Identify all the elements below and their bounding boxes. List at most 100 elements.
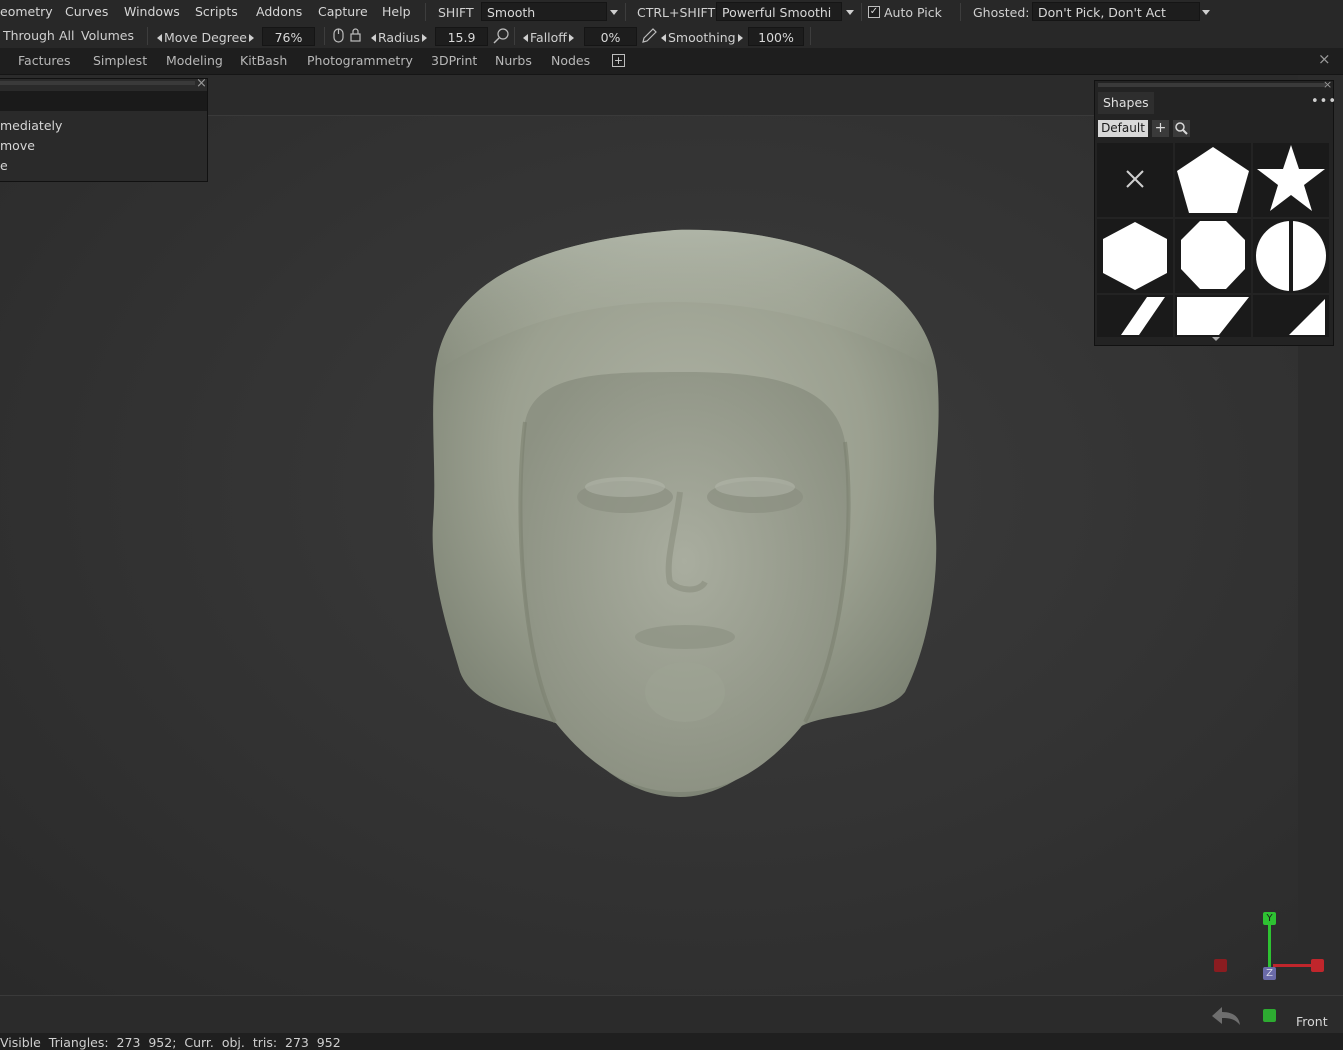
list-item[interactable]: move bbox=[0, 138, 35, 153]
shape-octagon[interactable] bbox=[1175, 219, 1251, 293]
menu-capture[interactable]: Capture bbox=[318, 4, 368, 19]
arrow-right-icon[interactable] bbox=[421, 34, 427, 42]
neg-x-axis-handle[interactable] bbox=[1214, 959, 1227, 972]
arrow-left-icon[interactable] bbox=[157, 34, 162, 42]
move-degree-input[interactable]: 76% bbox=[262, 27, 315, 46]
axis-gizmo[interactable]: Y Z bbox=[1205, 905, 1335, 995]
scroll-down-icon[interactable] bbox=[1212, 337, 1220, 341]
mouse-icon[interactable] bbox=[333, 28, 344, 43]
radius-stepper[interactable]: Radius bbox=[371, 30, 427, 45]
chevron-down-icon[interactable] bbox=[610, 10, 618, 15]
popup-header bbox=[0, 91, 207, 111]
divider bbox=[514, 27, 515, 45]
list-item[interactable]: mediately bbox=[0, 118, 62, 133]
drag-handle[interactable] bbox=[1098, 83, 1326, 87]
auto-pick-label[interactable]: Auto Pick bbox=[884, 5, 942, 20]
octagon-icon bbox=[1181, 221, 1245, 289]
view-label[interactable]: Front bbox=[1296, 1014, 1328, 1029]
preset-select[interactable]: Default bbox=[1098, 120, 1148, 137]
menu-help[interactable]: Help bbox=[382, 4, 411, 19]
add-room-icon[interactable]: + bbox=[612, 54, 625, 67]
none-icon bbox=[1126, 170, 1144, 188]
menu-geometry[interactable]: eometry bbox=[0, 4, 53, 19]
tab-modeling[interactable]: Modeling bbox=[166, 53, 223, 68]
neg-y-axis-handle[interactable] bbox=[1263, 1009, 1276, 1022]
ghosted-select[interactable]: Don't Pick, Don't Act bbox=[1032, 2, 1200, 21]
smoothing-stepper[interactable]: Smoothing bbox=[661, 30, 743, 45]
chevron-down-icon[interactable] bbox=[846, 10, 854, 15]
shape-half-circle[interactable] bbox=[1253, 219, 1329, 293]
x-axis-handle[interactable] bbox=[1311, 959, 1324, 972]
divider bbox=[861, 3, 862, 21]
arrow-right-icon[interactable] bbox=[568, 34, 574, 42]
shape-triangle[interactable] bbox=[1253, 295, 1329, 337]
arrow-right-icon[interactable] bbox=[737, 34, 743, 42]
pen-pressure-icon[interactable] bbox=[492, 27, 510, 45]
shape-none[interactable] bbox=[1097, 143, 1173, 217]
shape-parallelogram[interactable] bbox=[1097, 295, 1173, 337]
shift-brush-select[interactable]: Smooth bbox=[481, 2, 607, 21]
tab-3dprint[interactable]: 3DPrint bbox=[431, 53, 477, 68]
close-icon[interactable]: × bbox=[196, 76, 207, 91]
pentagon-icon bbox=[1177, 147, 1249, 213]
shape-star[interactable] bbox=[1253, 143, 1329, 217]
chevron-down-icon[interactable] bbox=[1202, 10, 1210, 15]
tab-simplest[interactable]: Simplest bbox=[93, 53, 147, 68]
search-icon[interactable] bbox=[1173, 120, 1190, 137]
sculpt-model[interactable] bbox=[425, 222, 945, 802]
shape-hexagon[interactable] bbox=[1097, 219, 1173, 293]
falloff-stepper[interactable]: Falloff bbox=[523, 30, 574, 45]
tab-photogrammetry[interactable]: Photogrammetry bbox=[307, 53, 413, 68]
all-label[interactable]: All bbox=[59, 28, 75, 43]
lock-icon[interactable] bbox=[350, 28, 361, 42]
menu-curves[interactable]: Curves bbox=[65, 4, 108, 19]
divider bbox=[810, 27, 811, 45]
falloff-input[interactable]: 0% bbox=[584, 27, 637, 46]
close-icon[interactable]: × bbox=[1323, 78, 1332, 91]
shape-trapezoid[interactable] bbox=[1175, 295, 1251, 337]
tab-nurbs[interactable]: Nurbs bbox=[495, 53, 532, 68]
pencil-icon[interactable] bbox=[640, 27, 658, 45]
menu-scripts[interactable]: Scripts bbox=[195, 4, 238, 19]
arrow-right-icon[interactable] bbox=[249, 34, 254, 42]
undo-icon[interactable] bbox=[1210, 1004, 1242, 1028]
menu-addons[interactable]: Addons bbox=[256, 4, 302, 19]
arrow-left-icon[interactable] bbox=[523, 34, 528, 42]
ghosted-label: Ghosted: bbox=[973, 5, 1030, 20]
star-icon bbox=[1257, 145, 1325, 211]
tab-kitbash[interactable]: KitBash bbox=[240, 53, 287, 68]
volumes-label[interactable]: Volumes bbox=[81, 28, 134, 43]
divider bbox=[960, 3, 961, 21]
half-circle-icon bbox=[1256, 221, 1326, 291]
smoothing-input[interactable]: 100% bbox=[748, 27, 804, 46]
y-axis-handle[interactable]: Y bbox=[1263, 912, 1276, 925]
tab-factures[interactable]: Factures bbox=[18, 53, 70, 68]
tab-nodes[interactable]: Nodes bbox=[551, 53, 590, 68]
shape-pentagon[interactable] bbox=[1175, 143, 1251, 217]
add-shape-icon[interactable]: + bbox=[1152, 120, 1169, 137]
bottom-area: Front bbox=[0, 995, 1343, 1034]
divider bbox=[324, 27, 325, 45]
radius-input[interactable]: 15.9 bbox=[435, 27, 488, 46]
menu-windows[interactable]: Windows bbox=[124, 4, 180, 19]
hexagon-icon bbox=[1103, 222, 1167, 290]
move-degree-stepper[interactable]: Move Degree bbox=[157, 30, 254, 45]
close-icon[interactable]: × bbox=[1318, 50, 1331, 68]
shift-label: SHIFT bbox=[438, 5, 474, 20]
list-item[interactable]: e bbox=[0, 158, 8, 173]
ctrl-shift-label: CTRL+SHIFT bbox=[637, 5, 716, 20]
arrow-left-icon[interactable] bbox=[371, 34, 376, 42]
menu-bar: eometry Curves Windows Scripts Addons Ca… bbox=[0, 0, 1343, 24]
through-label[interactable]: Through bbox=[3, 28, 55, 43]
arrow-left-icon[interactable] bbox=[661, 34, 666, 42]
parallelogram-icon bbox=[1121, 297, 1165, 335]
brush-toolbar: Through All Volumes Move Degree 76% Radi… bbox=[0, 24, 1343, 48]
shapes-tab[interactable]: Shapes bbox=[1098, 92, 1154, 114]
more-options-icon[interactable]: ••• bbox=[1311, 94, 1337, 109]
z-axis-handle[interactable]: Z bbox=[1263, 967, 1276, 980]
drag-handle[interactable] bbox=[0, 81, 195, 85]
status-text: Visible Triangles: 273 952; Curr. obj. t… bbox=[0, 1035, 341, 1050]
ctrl-shift-brush-select[interactable]: Powerful Smoothi bbox=[716, 2, 842, 21]
room-tabs: Factures Simplest Modeling KitBash Photo… bbox=[0, 48, 1343, 75]
auto-pick-checkbox[interactable]: ✓ bbox=[868, 6, 880, 18]
